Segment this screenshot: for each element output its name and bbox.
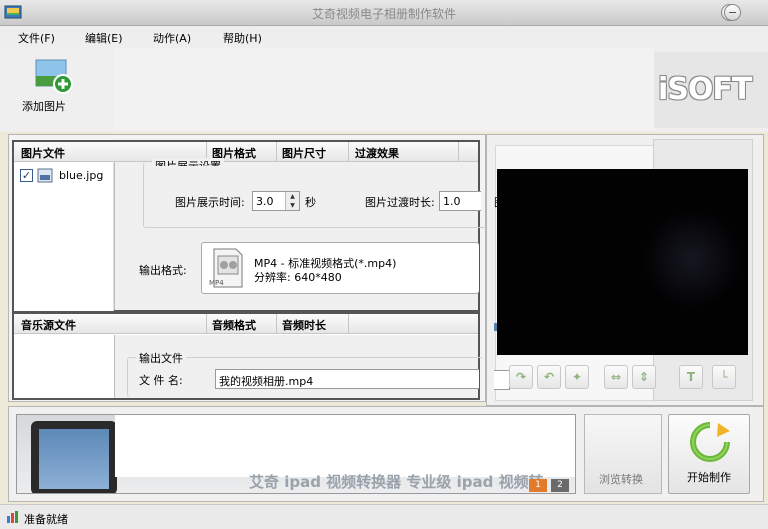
display-time-input-value: 3.0: [256, 195, 274, 208]
music-list-panel: 音乐源文件 音频格式 音频时长 输出文件 文 件 名: 我的视频相册.mp4: [12, 312, 483, 400]
col-audio-duration[interactable]: 音频时长: [282, 317, 326, 333]
add-picture-icon: [35, 59, 73, 94]
start-button[interactable]: 开始制作: [668, 414, 750, 494]
settings-overlay: 图片展示设置 图片展示时间: 3.0 ▲▼ 秒 图片过渡时长: 1.0 输出格式…: [114, 158, 493, 310]
menu-bar: 文件(F) 编辑(E) 动作(A) 帮助(H): [0, 26, 768, 48]
toolbar: 添加图片 iSOFT: [0, 48, 768, 132]
status-bar: 准备就绪: [0, 504, 768, 529]
banner-page-2[interactable]: 2: [551, 479, 569, 492]
format-resolution-text: 分辨率: 640*480: [254, 271, 342, 284]
display-time-text: 图片展示时间:: [175, 196, 245, 209]
output-format-box[interactable]: MP4 MP4 - 标准视频格式(*.mp4) 分辨率: 640*480: [201, 242, 479, 294]
flip-horizontal-icon[interactable]: ⇔: [604, 365, 628, 389]
ad-text: 艾奇 ipad 视频转换器 专业级 ipad 视频转: [249, 473, 544, 491]
jpg-file-icon: [37, 168, 53, 183]
banner-page-1[interactable]: 1: [529, 479, 547, 492]
output-file-name-value: 我的视频相册.mp4: [219, 375, 314, 388]
cut-input-field[interactable]: [494, 370, 510, 390]
output-file-name-input[interactable]: 我的视频相册.mp4: [215, 369, 479, 389]
display-time-unit-text: 秒: [305, 196, 316, 209]
menu-help[interactable]: 帮助(H): [223, 30, 262, 46]
minimize-icon[interactable]: −: [724, 4, 741, 21]
col-transition-effect[interactable]: 过渡效果: [355, 145, 399, 161]
brand-logo: iSOFT: [654, 52, 768, 128]
file-name: blue.jpg: [59, 169, 104, 182]
start-refresh-icon: [690, 422, 730, 462]
menu-edit[interactable]: 编辑(E): [85, 30, 123, 46]
video-glow: [642, 209, 742, 309]
menu-action[interactable]: 动作(A): [153, 30, 191, 46]
ipad-image: [31, 421, 117, 493]
picture-list-header: 图片文件 图片格式 图片尺寸 过渡效果: [14, 142, 478, 162]
title-bar: 艾奇视频电子相册制作软件 −: [0, 0, 768, 26]
file-name-text: 文 件 名:: [139, 374, 183, 387]
browse-convert-label: 浏览转换: [599, 473, 643, 486]
menu-file[interactable]: 文件(F): [18, 30, 55, 46]
col-picture-file[interactable]: 图片文件: [21, 145, 65, 161]
add-picture-label: 添加图片: [22, 100, 66, 113]
col-audio-format[interactable]: 音频格式: [212, 317, 256, 333]
video-preview: [497, 169, 748, 355]
window-title: 艾奇视频电子相册制作软件: [311, 7, 456, 21]
toolbar-blank-area: [114, 48, 654, 130]
row-checkbox[interactable]: ✓: [20, 169, 33, 182]
banner-blank: [115, 415, 575, 477]
rotate-left-icon[interactable]: ↶: [537, 365, 561, 389]
flip-vertical-icon[interactable]: ⇕: [632, 365, 656, 389]
picture-list-body: [14, 163, 114, 311]
output-file-area: 输出文件 文 件 名: 我的视频相册.mp4: [114, 335, 483, 398]
status-text: 准备就绪: [24, 513, 68, 526]
crop-icon[interactable]: └: [712, 365, 736, 389]
col-music-file[interactable]: 音乐源文件: [21, 317, 76, 333]
output-file-caption: 输出文件: [136, 350, 186, 366]
start-button-label: 开始制作: [687, 471, 731, 484]
ad-banner[interactable]: 艾奇 ipad 视频转换器 专业级 ipad 视频转 1 2: [16, 414, 576, 494]
status-bars-icon: [7, 511, 18, 523]
transition-time-input-value: 1.0: [443, 195, 461, 208]
text-icon[interactable]: T: [679, 365, 703, 389]
display-settings-caption: 图片展示设置: [152, 158, 224, 166]
transition-time-text: 图片过渡时长:: [365, 196, 435, 209]
col-picture-size[interactable]: 图片尺寸: [282, 145, 326, 161]
effects-icon[interactable]: ✦: [565, 365, 589, 389]
browse-convert-button[interactable]: 浏览转换: [584, 414, 662, 494]
output-format-text: 输出格式:: [139, 264, 187, 277]
display-time-input[interactable]: 3.0 ▲ ▼: [252, 191, 300, 211]
rotate-right-icon[interactable]: ↷: [509, 365, 533, 389]
add-picture-button[interactable]: 添加图片: [22, 58, 86, 128]
transition-time-input[interactable]: 1.0: [439, 191, 481, 211]
mp4-icon-label: MP4: [209, 279, 224, 287]
stepper-arrows-icon[interactable]: ▲ ▼: [285, 192, 299, 210]
music-list-header: 音乐源文件 音频格式 音频时长: [14, 314, 478, 334]
